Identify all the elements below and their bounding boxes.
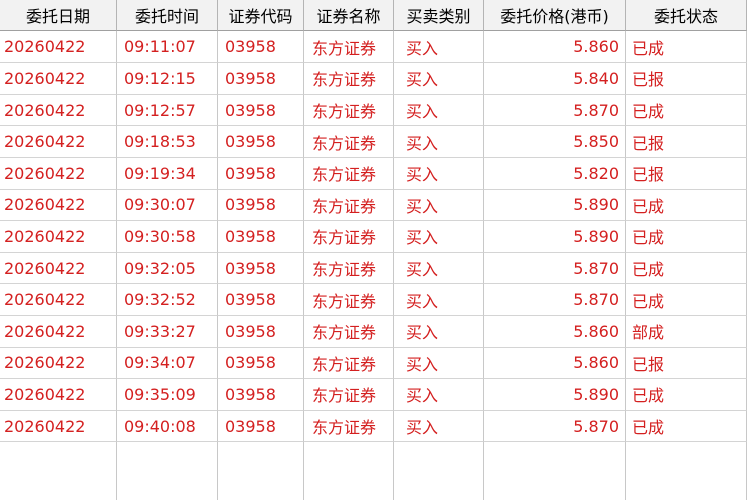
name-cell[interactable]: 东方证券: [304, 284, 394, 316]
code-cell[interactable]: 03958: [218, 221, 304, 253]
status-cell[interactable]: 已成: [626, 94, 747, 127]
time-cell[interactable]: 09:40:08: [117, 410, 218, 443]
name-cell[interactable]: 东方证券: [304, 221, 394, 253]
price-cell[interactable]: 5.860: [484, 31, 626, 64]
date-cell[interactable]: 20260422: [0, 94, 117, 127]
status-cell[interactable]: 已成: [626, 379, 747, 411]
time-cell[interactable]: 09:19:34: [117, 157, 218, 190]
name-cell[interactable]: 东方证券: [304, 410, 394, 443]
name-cell[interactable]: 东方证券: [304, 189, 394, 222]
side-cell[interactable]: 买入: [394, 252, 484, 285]
status-cell[interactable]: 已报: [626, 63, 747, 95]
price-cell[interactable]: 5.850: [484, 126, 626, 158]
time-cell[interactable]: 09:18:53: [117, 126, 218, 158]
name-cell[interactable]: 东方证券: [304, 126, 394, 158]
date-cell[interactable]: 20260422: [0, 315, 117, 348]
side-cell[interactable]: 买入: [394, 63, 484, 95]
status-cell[interactable]: 已成: [626, 410, 747, 443]
time-cell[interactable]: 09:32:52: [117, 284, 218, 316]
column-header-date[interactable]: 委托日期: [0, 0, 117, 31]
side-cell[interactable]: 买入: [394, 410, 484, 443]
code-cell[interactable]: 03958: [218, 126, 304, 158]
orders-table: 委托日期 委托时间 证券代码 证券名称 买卖类别 委托价格(港币) 委托状态 2…: [0, 0, 747, 500]
price-cell[interactable]: 5.870: [484, 94, 626, 127]
date-cell[interactable]: 20260422: [0, 31, 117, 64]
time-cell[interactable]: 09:34:07: [117, 347, 218, 380]
time-cell[interactable]: 09:12:15: [117, 63, 218, 95]
status-cell[interactable]: 已报: [626, 347, 747, 380]
name-cell[interactable]: 东方证券: [304, 157, 394, 190]
date-cell[interactable]: 20260422: [0, 126, 117, 158]
price-cell[interactable]: 5.840: [484, 63, 626, 95]
side-cell[interactable]: 买入: [394, 315, 484, 348]
code-cell[interactable]: 03958: [218, 157, 304, 190]
status-cell[interactable]: 已成: [626, 31, 747, 64]
price-cell[interactable]: 5.890: [484, 189, 626, 222]
column-header-status[interactable]: 委托状态: [626, 0, 747, 31]
time-cell[interactable]: 09:30:07: [117, 189, 218, 222]
date-cell[interactable]: 20260422: [0, 252, 117, 285]
status-cell[interactable]: 已报: [626, 126, 747, 158]
side-cell[interactable]: 买入: [394, 94, 484, 127]
price-cell[interactable]: 5.860: [484, 347, 626, 380]
status-cell[interactable]: 已报: [626, 157, 747, 190]
side-cell[interactable]: 买入: [394, 379, 484, 411]
side-cell[interactable]: 买入: [394, 284, 484, 316]
time-cell[interactable]: 09:30:58: [117, 221, 218, 253]
date-cell[interactable]: 20260422: [0, 347, 117, 380]
code-cell[interactable]: 03958: [218, 94, 304, 127]
time-cell[interactable]: 09:12:57: [117, 94, 218, 127]
code-cell[interactable]: 03958: [218, 189, 304, 222]
column-header-price[interactable]: 委托价格(港币): [484, 0, 626, 31]
column-header-time[interactable]: 委托时间: [117, 0, 218, 31]
name-cell[interactable]: 东方证券: [304, 347, 394, 380]
time-cell[interactable]: 09:35:09: [117, 379, 218, 411]
date-cell[interactable]: 20260422: [0, 410, 117, 443]
side-cell[interactable]: 买入: [394, 221, 484, 253]
name-cell[interactable]: 东方证券: [304, 63, 394, 95]
code-cell[interactable]: 03958: [218, 410, 304, 443]
time-cell[interactable]: 09:11:07: [117, 31, 218, 64]
name-cell[interactable]: 东方证券: [304, 94, 394, 127]
status-cell[interactable]: 已成: [626, 189, 747, 222]
status-cell[interactable]: 部成: [626, 315, 747, 348]
column-header-name[interactable]: 证券名称: [304, 0, 394, 31]
name-cell[interactable]: 东方证券: [304, 379, 394, 411]
price-cell[interactable]: 5.890: [484, 221, 626, 253]
price-cell[interactable]: 5.860: [484, 315, 626, 348]
side-cell[interactable]: 买入: [394, 189, 484, 222]
code-cell[interactable]: 03958: [218, 63, 304, 95]
status-cell[interactable]: 已成: [626, 221, 747, 253]
price-cell[interactable]: 5.870: [484, 252, 626, 285]
side-cell[interactable]: 买入: [394, 157, 484, 190]
code-cell[interactable]: 03958: [218, 379, 304, 411]
name-cell[interactable]: 东方证券: [304, 252, 394, 285]
date-cell[interactable]: 20260422: [0, 189, 117, 222]
time-cell[interactable]: 09:32:05: [117, 252, 218, 285]
code-cell[interactable]: 03958: [218, 347, 304, 380]
price-cell[interactable]: 5.870: [484, 284, 626, 316]
date-cell[interactable]: 20260422: [0, 284, 117, 316]
side-cell[interactable]: 买入: [394, 126, 484, 158]
date-cell[interactable]: 20260422: [0, 157, 117, 190]
price-cell[interactable]: 5.820: [484, 157, 626, 190]
date-cell[interactable]: 20260422: [0, 379, 117, 411]
column-header-code[interactable]: 证券代码: [218, 0, 304, 31]
date-cell[interactable]: 20260422: [0, 221, 117, 253]
status-cell[interactable]: 已成: [626, 252, 747, 285]
side-cell[interactable]: 买入: [394, 31, 484, 64]
name-cell[interactable]: 东方证券: [304, 315, 394, 348]
code-cell[interactable]: 03958: [218, 252, 304, 285]
price-cell[interactable]: 5.890: [484, 379, 626, 411]
status-cell[interactable]: 已成: [626, 284, 747, 316]
code-cell[interactable]: 03958: [218, 284, 304, 316]
code-cell[interactable]: 03958: [218, 31, 304, 64]
column-header-side[interactable]: 买卖类别: [394, 0, 484, 31]
side-cell[interactable]: 买入: [394, 347, 484, 380]
code-cell[interactable]: 03958: [218, 315, 304, 348]
time-cell[interactable]: 09:33:27: [117, 315, 218, 348]
date-cell[interactable]: 20260422: [0, 63, 117, 95]
price-cell[interactable]: 5.870: [484, 410, 626, 443]
name-cell[interactable]: 东方证券: [304, 31, 394, 64]
